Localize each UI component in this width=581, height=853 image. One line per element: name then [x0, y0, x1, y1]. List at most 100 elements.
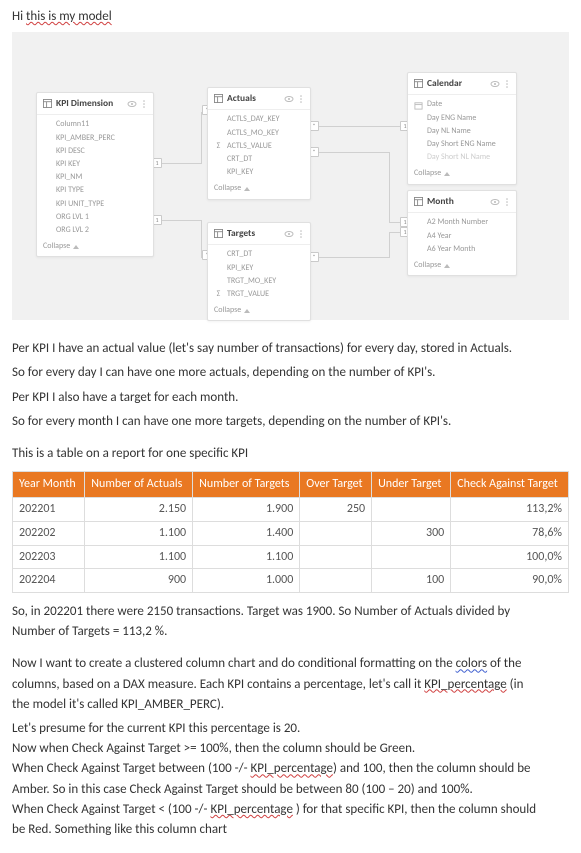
field-row[interactable]: Column11	[43, 118, 147, 131]
more-icon[interactable]	[141, 99, 147, 109]
wavy-kpi-percentage-2: KPI_percentage	[251, 761, 333, 776]
visibility-icon[interactable]	[490, 79, 500, 89]
card-header: Actuals	[208, 88, 310, 110]
collapse-toggle[interactable]: Collapse	[208, 303, 310, 320]
field-row[interactable]: KPI DESC	[43, 145, 147, 158]
field-row[interactable]: ORG LVL 1	[43, 211, 147, 224]
field-row[interactable]: Day Short ENG Name	[414, 138, 510, 151]
body-4: Now when Check Against Target >= 100%, t…	[12, 740, 569, 758]
table-card-actuals[interactable]: Actuals ACTLS_DAY_KEY ACTLS_MO_KEY ΣACTL…	[207, 87, 311, 199]
col-year-month: Year Month	[13, 472, 85, 498]
field-row[interactable]: CRT_DT	[214, 248, 304, 261]
more-icon[interactable]	[504, 197, 510, 207]
visibility-icon[interactable]	[490, 197, 500, 207]
collapse-toggle[interactable]: Collapse	[408, 258, 516, 275]
wavy-kpi-percentage: KPI_percentage	[424, 677, 506, 692]
table-row: 202201 2.150 1.900 250 113,2%	[13, 497, 569, 521]
cell-ym: 202204	[13, 569, 85, 593]
field-row[interactable]: KPI_KEY	[214, 262, 304, 275]
table-card-calendar[interactable]: Calendar Date Day ENG Name Day NL Name D…	[407, 72, 517, 184]
body-6a: When Check Against Target < (100 -/- KPI…	[12, 801, 569, 819]
table-icon	[43, 99, 52, 108]
table-header-row: Year Month Number of Actuals Number of T…	[13, 472, 569, 498]
cell-over	[300, 521, 372, 545]
field-row[interactable]: KPI TYPE	[43, 184, 147, 197]
field-row[interactable]: Day Short NL Name	[414, 151, 510, 164]
collapse-toggle[interactable]: Collapse	[408, 166, 516, 183]
col-over-target: Over Target	[300, 472, 372, 498]
cell-under: 300	[372, 521, 451, 545]
field-row[interactable]: KPI KEY	[43, 158, 147, 171]
field-row[interactable]: ACTLS_MO_KEY	[214, 127, 304, 140]
table-icon	[214, 94, 223, 103]
card-body: A2 Month Number A4 Year A6 Year Month	[408, 213, 516, 258]
visibility-icon[interactable]	[127, 99, 137, 109]
body-2b: columns, based on a DAX measure. Each KP…	[12, 676, 569, 694]
col-number-targets: Number of Targets	[193, 472, 300, 498]
field-row[interactable]: KPI UNIT_TYPE	[43, 198, 147, 211]
para-4: So for every month I can have one more t…	[12, 413, 569, 431]
field-row[interactable]: KPI_KEY	[214, 166, 304, 179]
body-1b: Number of Targets = 113,2 %.	[12, 623, 569, 641]
rel-actuals-calendar	[311, 126, 407, 127]
card-header: Targets	[208, 223, 310, 245]
more-icon[interactable]	[504, 79, 510, 89]
field-row[interactable]: Date	[414, 98, 510, 111]
cell-over: 250	[300, 497, 372, 521]
field-row[interactable]: CRT_DT	[214, 153, 304, 166]
table-card-kpi-dimension[interactable]: KPI Dimension Column11 KPI_AMBER_PERC KP…	[36, 92, 154, 257]
wavy-kpi-percentage-3: KPI_percentage	[210, 802, 292, 817]
wavy-colors: colors	[456, 656, 487, 671]
cell-ym: 202201	[13, 497, 85, 521]
table-row: 202203 1.100 1.100 100,0%	[13, 545, 569, 569]
table-card-month[interactable]: Month A2 Month Number A4 Year A6 Year Mo…	[407, 190, 517, 276]
field-row[interactable]: KPI_NM	[43, 171, 147, 184]
collapse-toggle[interactable]: Collapse	[208, 181, 310, 198]
cell-actuals: 1.100	[85, 545, 193, 569]
card-title: Calendar	[427, 77, 462, 90]
cell-actuals: 1.100	[85, 521, 193, 545]
cell-check: 78,6%	[451, 521, 569, 545]
intro-wavy: this is my model	[26, 9, 112, 24]
intro-hi: Hi	[12, 9, 26, 24]
table-row: 202202 1.100 1.400 300 78,6%	[13, 521, 569, 545]
cell-under	[372, 545, 451, 569]
field-row[interactable]: KPI_AMBER_PERC	[43, 132, 147, 145]
cell-check: 100,0%	[451, 545, 569, 569]
sigma-icon: Σ	[214, 289, 223, 300]
para-3: Per KPI I also have a target for each mo…	[12, 389, 569, 407]
field-row[interactable]: A2 Month Number	[414, 216, 510, 229]
more-icon[interactable]	[298, 229, 304, 239]
para-1: Per KPI I have an actual value (let's sa…	[12, 340, 569, 358]
field-row[interactable]: ΣTRGT_VALUE	[214, 288, 304, 301]
field-row[interactable]: ΣACTLS_VALUE	[214, 140, 304, 153]
field-row[interactable]: A4 Year	[414, 230, 510, 243]
body-2a: Now I want to create a clustered column …	[12, 655, 569, 673]
field-row[interactable]: TRGT_MO_KEY	[214, 275, 304, 288]
rel-targets-month-h1	[311, 257, 389, 258]
chevron-up-icon	[73, 245, 79, 249]
field-row[interactable]: Day NL Name	[414, 125, 510, 138]
more-icon[interactable]	[298, 94, 304, 104]
rel-targets-month-v	[389, 232, 390, 258]
cell-targets: 1.400	[193, 521, 300, 545]
body-6b: be Red. Something like this column chart	[12, 821, 569, 839]
card-body: CRT_DT KPI_KEY TRGT_MO_KEY ΣTRGT_VALUE	[208, 245, 310, 303]
field-row[interactable]: ORG LVL 2	[43, 224, 147, 237]
field-row[interactable]: A6 Year Month	[414, 243, 510, 256]
chevron-up-icon	[444, 264, 450, 268]
visibility-icon[interactable]	[284, 94, 294, 104]
card-header: Calendar	[408, 73, 516, 95]
card-header: KPI Dimension	[37, 93, 153, 115]
table-icon	[414, 197, 423, 206]
collapse-toggle[interactable]: Collapse	[37, 239, 153, 256]
field-row[interactable]: Day ENG Name	[414, 112, 510, 125]
table-card-targets[interactable]: Targets CRT_DT KPI_KEY TRGT_MO_KEY ΣTRGT…	[207, 222, 311, 321]
cell-targets: 1.100	[193, 545, 300, 569]
visibility-icon[interactable]	[284, 229, 294, 239]
chevron-up-icon	[244, 309, 250, 313]
para-2: So for every day I can have one more act…	[12, 364, 569, 382]
field-row[interactable]: ACTLS_DAY_KEY	[214, 113, 304, 126]
col-under-target: Under Target	[372, 472, 451, 498]
table-row: 202204 900 1.000 100 90,0%	[13, 569, 569, 593]
